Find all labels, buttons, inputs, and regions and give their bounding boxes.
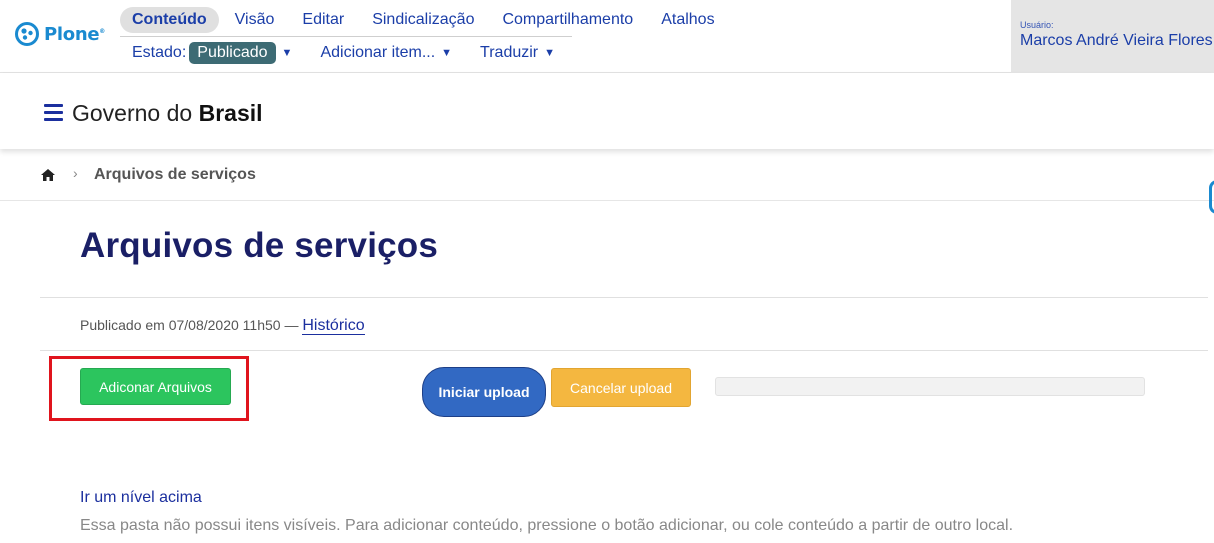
add-item-label: Adicionar item... — [320, 44, 436, 61]
chevron-down-icon: ▼ — [281, 47, 293, 59]
tab-sindicalizacao[interactable]: Sindicalização — [360, 7, 486, 33]
divider — [40, 297, 1208, 298]
plone-logo-text: Plone® — [44, 23, 105, 45]
state-menu[interactable]: Estado: Publicado ▼ — [132, 42, 292, 64]
toolbar-primary-tabs: Conteúdo Visão Editar Sindicalização Com… — [120, 6, 731, 34]
tab-compartilhamento[interactable]: Compartilhamento — [490, 7, 645, 33]
history-link[interactable]: Histórico — [302, 317, 365, 335]
state-label: Estado: — [132, 44, 187, 61]
chevron-down-icon: ▼ — [544, 47, 556, 59]
plone-logo-icon — [15, 22, 39, 46]
chevron-down-icon: ▼ — [441, 47, 453, 59]
tab-visao[interactable]: Visão — [223, 7, 287, 33]
byline-text: Publicado em 07/08/2020 11h50 — — [80, 317, 299, 333]
tab-conteudo[interactable]: Conteúdo — [120, 7, 219, 33]
add-item-menu[interactable]: Adicionar item... ▼ — [320, 44, 452, 62]
user-menu[interactable]: Usuário: Marcos André Vieira Flores — [1011, 0, 1214, 73]
home-icon[interactable] — [41, 169, 55, 181]
user-name[interactable]: Marcos André Vieira Flores — [1020, 32, 1213, 50]
translate-menu[interactable]: Traduzir ▼ — [480, 44, 555, 62]
empty-folder-message: Essa pasta não possui itens visíveis. Pa… — [80, 517, 1014, 534]
breadcrumb: › Arquivos de serviços — [0, 149, 1214, 201]
toolbar-divider — [120, 36, 572, 37]
site-header: Governo do Brasil — [0, 73, 1214, 149]
up-level-link[interactable]: Ir um nível acima — [80, 489, 202, 507]
toolbar-secondary-menus: Estado: Publicado ▼ Adicionar item... ▼ … — [132, 39, 555, 67]
site-title[interactable]: Governo do Brasil — [72, 100, 263, 127]
upload-progress-bar — [715, 377, 1145, 396]
breadcrumb-current: Arquivos de serviços — [94, 166, 256, 183]
translate-label: Traduzir — [480, 44, 539, 61]
user-label: Usuário: — [1020, 20, 1054, 30]
cancel-upload-button[interactable]: Cancelar upload — [551, 368, 691, 407]
breadcrumb-separator: › — [73, 165, 78, 181]
start-upload-button[interactable]: Iniciar upload — [422, 367, 546, 417]
page-title: Arquivos de serviços — [80, 226, 439, 265]
tab-atalhos[interactable]: Atalhos — [649, 7, 726, 33]
tab-editar[interactable]: Editar — [290, 7, 356, 33]
divider — [40, 350, 1208, 351]
side-tab-handle[interactable] — [1209, 180, 1214, 214]
plone-toolbar: Plone® Conteúdo Visão Editar Sindicaliza… — [0, 0, 1214, 73]
state-badge[interactable]: Publicado — [189, 42, 276, 64]
plone-logo[interactable]: Plone® — [15, 22, 105, 46]
add-files-button[interactable]: Adiconar Arquivos — [80, 368, 231, 405]
byline: Publicado em 07/08/2020 11h50 — Históric… — [80, 317, 365, 335]
hamburger-menu-icon[interactable] — [44, 104, 63, 125]
